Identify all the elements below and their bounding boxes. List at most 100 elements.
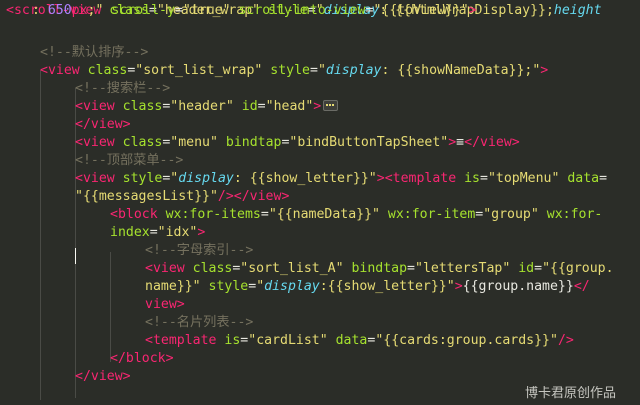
code-token: style [270, 63, 310, 78]
code-token: data [335, 333, 368, 348]
code-line: view> [145, 296, 185, 314]
code-token: "{{nameData}}" [268, 207, 380, 222]
code-token: ;" [87, 3, 104, 18]
code-line: <!--顶部菜单--> [75, 152, 183, 170]
code-line: <view style="display: {{show_letter}}"><… [75, 170, 607, 188]
code-token: is [464, 171, 480, 186]
code-token: = [534, 261, 543, 276]
code-token: class [122, 99, 163, 114]
code-token: : {{showNameData}};" [381, 63, 541, 78]
code-line: <view class="sort_list_wrap" style="disp… [40, 62, 548, 80]
code-token: "topMenu" [487, 171, 560, 186]
code-line: </view> [75, 368, 131, 386]
code-token: = [149, 225, 158, 240]
code-token: > [468, 3, 477, 18]
code-token: > [448, 135, 457, 150]
code-token: " [317, 63, 326, 78]
code-token: display [325, 63, 382, 78]
code-token: <block [110, 207, 166, 222]
code-token: = [257, 99, 266, 114]
code-token: "sort_list_wrap" [135, 63, 263, 78]
code-line: <!--搜索栏--> [75, 80, 170, 98]
code-token: id [241, 99, 258, 114]
code-token: : {{show_letter}}" [233, 171, 377, 186]
code-token: display [264, 279, 320, 294]
code-token: wx:for- [546, 207, 603, 222]
code-token: = [479, 171, 488, 186]
code-token: index [110, 225, 150, 240]
code-token: "{{cards:group.cards}}" [375, 333, 558, 348]
code-line: <view class="sort_list_A" bindtap="lette… [145, 260, 614, 278]
code-token: "head" [265, 99, 314, 114]
code-token: </view> [75, 117, 131, 132]
code-token: : [24, 3, 48, 18]
code-token: ≡ [456, 135, 465, 150]
code-line: <!--名片列表--> [145, 314, 253, 332]
code-token: ><template [376, 171, 465, 186]
code-line: name}}" style="display:{{show_letter}}">… [145, 278, 590, 296]
code-line: <template is="cardList" data="{{cards:gr… [145, 332, 574, 350]
code-token: /> [557, 333, 574, 348]
code-line: <!--字母索引--> [145, 242, 253, 260]
code-line: "{{messagesList}}"/></view> [75, 188, 289, 206]
code-token: wx:for-items [165, 207, 261, 222]
code-token: {{group.name}} [462, 279, 574, 294]
code-token: = [599, 171, 608, 186]
code-token: > [454, 279, 463, 294]
code-token: > [197, 225, 206, 240]
code-token: = [174, 3, 183, 18]
code-token: = [260, 207, 269, 222]
code-token: <view [40, 63, 88, 78]
code-token: <!--顶部菜单--> [75, 153, 184, 168]
code-token: </ [573, 279, 590, 294]
code-line: </view> [75, 116, 131, 134]
code-token: > [313, 99, 322, 114]
code-token: display [178, 171, 234, 186]
code-editor[interactable]: <scroll-view class="header_wrap" style="… [0, 0, 640, 405]
code-token: data [567, 171, 600, 186]
code-token: class [122, 135, 163, 150]
code-token: "{{group. [542, 261, 614, 276]
code-token: "sort_list_A" [240, 261, 344, 276]
code-line: : 650px;" scroll-y="true" scroll-into-vi… [24, 2, 477, 20]
code-token: bindtap [351, 261, 408, 276]
text-cursor [75, 248, 76, 264]
code-token: /></view> [217, 189, 290, 204]
code-token: is [224, 333, 241, 348]
code-token: "group" [483, 207, 539, 222]
code-token: = [310, 63, 318, 78]
code-line: <block wx:for-items="{{nameData}}" wx:fo… [110, 206, 602, 224]
indent-guide [110, 252, 111, 362]
code-token: view> [145, 297, 185, 312]
code-token: " [256, 279, 265, 294]
code-token: "cardList" [248, 333, 328, 348]
code-token: "bindButtonTapSheet" [289, 135, 449, 150]
code-token: scroll-y [111, 3, 175, 18]
code-token: </view> [75, 369, 131, 384]
code-token: <view [75, 171, 123, 186]
folded-code-icon[interactable] [323, 99, 339, 111]
code-token: "menu" [170, 135, 218, 150]
code-line: <!--默认排序--> [40, 44, 148, 62]
code-token: name}}" [145, 279, 201, 294]
code-token: style [122, 171, 163, 186]
code-token: "{{messagesList}}" [75, 189, 218, 204]
code-token: <view [145, 261, 193, 276]
code-token: 650 [47, 3, 72, 18]
code-line: </block> [110, 350, 174, 368]
code-token: "lettersTap" [415, 261, 511, 276]
code-token: :{{show_letter}}" [319, 279, 455, 294]
code-token: </view> [464, 135, 520, 150]
code-token: "idx" [157, 225, 198, 240]
code-token: <!--名片列表--> [145, 315, 254, 330]
code-line: <view class="menu" bindtap="bindButtonTa… [75, 134, 520, 152]
code-token: px [71, 3, 88, 18]
watermark-text: 博卡君原创作品 [524, 386, 616, 401]
code-token: <template [145, 333, 225, 348]
code-token: class [192, 261, 233, 276]
code-token: = [407, 261, 415, 276]
code-token: "{{toView}}" [373, 3, 469, 18]
